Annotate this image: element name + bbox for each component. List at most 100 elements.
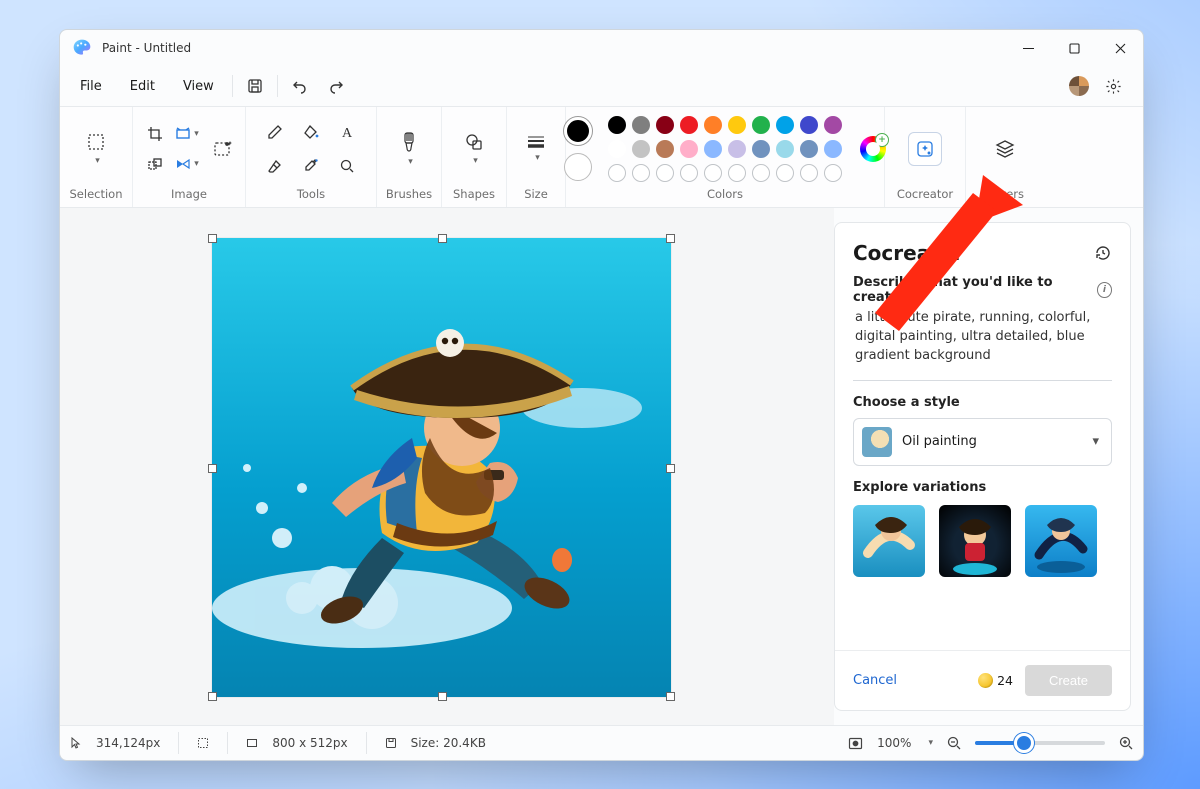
cursor-position: 314,124px [96,736,160,750]
edit-colors-button[interactable]: + [860,136,886,162]
layers-button[interactable] [994,138,1016,160]
color-swatch[interactable] [656,116,674,134]
custom-color-slot[interactable] [704,164,722,182]
cancel-button[interactable]: Cancel [853,673,897,688]
select-dropdown-icon[interactable]: ▾ [95,156,100,166]
size-dropdown-icon[interactable]: ▾ [535,153,540,163]
group-label-colors: Colors [707,183,743,203]
fill-tool[interactable] [295,116,327,148]
chevron-down-icon: ▾ [1092,434,1099,449]
image-generate-icon[interactable] [208,134,238,164]
secondary-color-swatch[interactable] [564,153,592,181]
color-swatch[interactable] [728,140,746,158]
shapes-tool[interactable] [464,132,484,152]
paint-window: Paint - Untitled File Edit View ▾ Select… [59,29,1144,761]
zoom-in-button[interactable] [1119,736,1133,750]
resize-tool[interactable]: ▾ [172,120,202,148]
redo-button[interactable] [318,70,354,102]
group-label-image: Image [171,183,207,203]
titlebar: Paint - Untitled [60,30,1143,66]
create-button[interactable]: Create [1025,665,1112,696]
style-label: Choose a style [853,395,1112,410]
explore-label: Explore variations [853,480,1112,495]
menu-view[interactable]: View [169,73,228,100]
menu-edit[interactable]: Edit [116,73,169,100]
user-avatar[interactable] [1069,76,1089,96]
variation-2[interactable] [939,505,1011,577]
save-button[interactable] [237,70,273,102]
eraser-tool[interactable] [259,150,291,182]
disk-icon [385,737,397,749]
pencil-tool[interactable] [259,116,291,148]
color-swatch[interactable] [680,116,698,134]
color-swatch[interactable] [632,140,650,158]
history-icon[interactable] [1094,244,1112,262]
canvas[interactable] [212,238,671,697]
primary-color-swatch[interactable] [564,117,592,145]
custom-color-slot[interactable] [680,164,698,182]
color-swatch[interactable] [800,116,818,134]
window-controls [1005,30,1143,66]
variation-1[interactable] [853,505,925,577]
text-tool[interactable]: A [331,116,363,148]
custom-color-slot[interactable] [632,164,650,182]
color-swatch[interactable] [608,116,626,134]
selection-icon [197,737,209,749]
cocreator-title: Cocreator [853,241,963,265]
minimize-button[interactable] [1005,30,1051,66]
group-label-tools: Tools [297,183,325,203]
menu-file[interactable]: File [66,73,116,100]
prompt-input[interactable]: a little cute pirate, running, colorful,… [853,305,1112,381]
color-swatch[interactable] [800,140,818,158]
brush-dropdown-icon[interactable]: ▾ [408,157,413,167]
color-swatch[interactable] [776,140,794,158]
custom-color-slot[interactable] [824,164,842,182]
custom-color-slot[interactable] [752,164,770,182]
coin-icon [978,673,993,688]
zoom-out-button[interactable] [947,736,961,750]
color-swatch[interactable] [632,116,650,134]
color-swatch[interactable] [728,116,746,134]
custom-color-slot[interactable] [728,164,746,182]
settings-button[interactable] [1095,70,1131,102]
group-label-layers: Layers [986,183,1024,203]
color-swatch[interactable] [752,116,770,134]
color-swatch[interactable] [824,140,842,158]
undo-button[interactable] [282,70,318,102]
info-icon[interactable]: i [1097,282,1112,298]
close-button[interactable] [1097,30,1143,66]
color-picker-tool[interactable] [295,150,327,182]
color-swatch[interactable] [752,140,770,158]
select-tool[interactable] [86,132,106,152]
custom-color-slot[interactable] [776,164,794,182]
cocreator-button[interactable] [908,132,942,166]
color-swatch[interactable] [704,116,722,134]
color-swatch[interactable] [656,140,674,158]
color-swatch[interactable] [704,140,722,158]
content-area: Cocreator Describe what you'd like to cr… [60,208,1143,725]
fit-screen-icon[interactable] [848,736,863,751]
style-select[interactable]: Oil painting ▾ [853,418,1112,466]
brush-tool[interactable] [400,131,418,153]
rotate-tool[interactable] [140,150,170,178]
custom-color-slot[interactable] [608,164,626,182]
canvas-artwork [212,238,671,697]
zoom-dropdown-icon[interactable]: ▾ [928,738,933,748]
crop-tool[interactable] [140,120,170,148]
color-swatch[interactable] [776,116,794,134]
magnifier-tool[interactable] [331,150,363,182]
color-swatch[interactable] [680,140,698,158]
shapes-dropdown-icon[interactable]: ▾ [473,156,478,166]
zoom-slider[interactable] [975,741,1105,745]
custom-color-slot[interactable] [800,164,818,182]
svg-text:A: A [342,126,353,140]
variation-3[interactable] [1025,505,1097,577]
color-swatch[interactable] [824,116,842,134]
custom-color-slot[interactable] [656,164,674,182]
color-swatch[interactable] [608,140,626,158]
canvas-area[interactable] [60,208,834,725]
group-label-brushes: Brushes [386,183,432,203]
maximize-button[interactable] [1051,30,1097,66]
size-tool[interactable] [527,135,545,149]
flip-tool[interactable]: ▾ [172,150,202,178]
